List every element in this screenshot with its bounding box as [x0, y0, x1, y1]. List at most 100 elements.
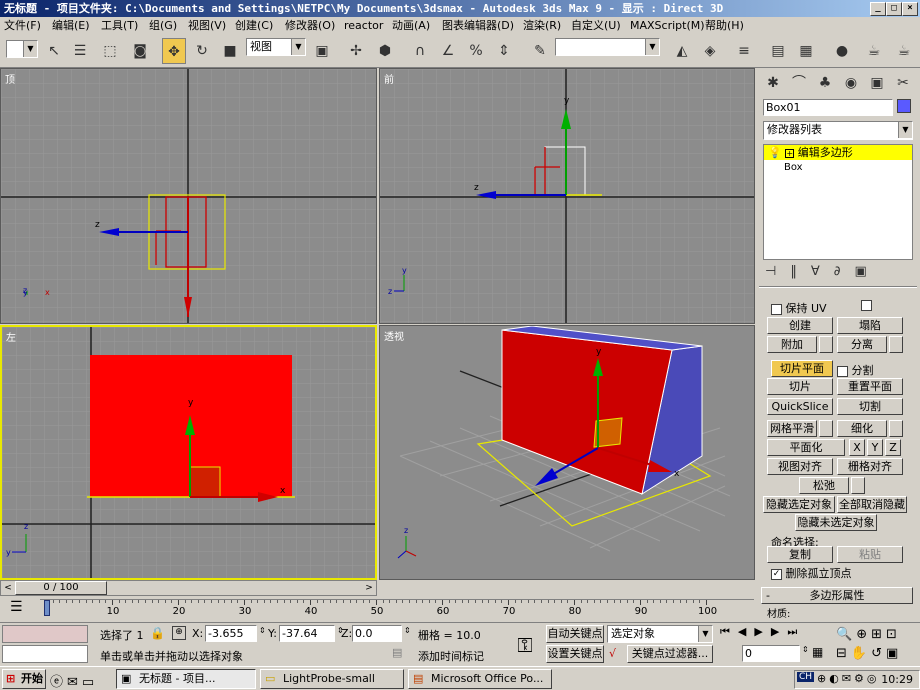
relax-button[interactable]: 松弛: [799, 477, 849, 494]
meshsmooth-button[interactable]: 网格平滑: [767, 420, 817, 437]
x-spinner-icon[interactable]: ⇕: [259, 626, 266, 635]
create-button[interactable]: 创建: [767, 317, 833, 334]
viewport-left[interactable]: y x z y 左: [0, 325, 377, 580]
track-bar-icon[interactable]: ☰: [10, 599, 23, 615]
material-editor-icon[interactable]: ●: [830, 38, 854, 64]
zoom-extents-all-icon[interactable]: ⊡: [886, 627, 901, 642]
quick-render-icon[interactable]: ☕: [892, 38, 916, 64]
remove-modifier-icon[interactable]: ∂: [834, 264, 855, 279]
go-to-start-icon[interactable]: ⏮: [720, 625, 738, 638]
window-crossing-icon[interactable]: ◙: [128, 38, 152, 64]
pin-stack-icon[interactable]: ⊣: [765, 264, 790, 279]
stack-item-box[interactable]: Box: [764, 160, 912, 175]
go-to-end-icon[interactable]: ⏭: [787, 625, 805, 638]
maxscript-listener-mini[interactable]: [2, 625, 88, 643]
viewport-front[interactable]: y z y z 前: [379, 68, 755, 324]
reset-plane-button[interactable]: 重置平面: [837, 378, 903, 395]
collapse-button[interactable]: 塌陷: [837, 317, 903, 334]
polygon-properties-rollout[interactable]: - 多边形属性: [761, 587, 913, 604]
zoom-all-icon[interactable]: ⊕: [856, 627, 871, 642]
grid-align-button[interactable]: 栅格对齐: [837, 458, 903, 475]
time-config-icon[interactable]: ▦: [812, 645, 823, 659]
menu-tools[interactable]: 工具(T): [101, 17, 138, 34]
menu-group[interactable]: 组(G): [149, 17, 177, 34]
absolute-mode-icon[interactable]: ⊕: [172, 626, 186, 640]
menu-edit[interactable]: 编辑(E): [52, 17, 90, 34]
rotate-icon[interactable]: ↻: [190, 38, 214, 64]
slice-plane-button[interactable]: 切片平面: [771, 360, 833, 377]
x-coordinate-field[interactable]: -3.655: [205, 625, 257, 642]
play-icon[interactable]: ▶: [754, 625, 770, 638]
planar-z-button[interactable]: Z: [885, 439, 901, 456]
modify-tab-icon[interactable]: ⌒: [787, 70, 811, 96]
viewport-top[interactable]: z y z x 顶: [0, 68, 377, 324]
desktop-icon[interactable]: ▭: [82, 675, 98, 690]
make-planar-button[interactable]: 平面化: [767, 439, 845, 456]
region-zoom-icon[interactable]: ⊟: [836, 646, 851, 661]
detach-settings-button[interactable]: [889, 336, 903, 353]
meshsmooth-settings-button[interactable]: [819, 420, 833, 437]
keyboard-shortcut-icon[interactable]: ⬢: [373, 38, 397, 64]
named-selection-set-combo[interactable]: ▼: [555, 38, 660, 56]
selection-filter-combo[interactable]: ▼: [6, 40, 38, 58]
layer-manager-icon[interactable]: ≡: [732, 38, 756, 64]
object-name-field[interactable]: Box01: [763, 99, 893, 116]
preserve-uv-settings-icon[interactable]: [861, 300, 872, 311]
y-coordinate-field[interactable]: -37.64: [279, 625, 335, 642]
menu-reactor[interactable]: reactor: [344, 17, 383, 34]
show-end-result-icon[interactable]: ‖: [790, 264, 811, 279]
schematic-view-icon[interactable]: ▦: [794, 38, 818, 64]
curve-editor-icon[interactable]: ▤: [766, 38, 790, 64]
delete-isolated-checkbox[interactable]: ✓: [771, 568, 782, 580]
edit-named-selection-icon[interactable]: ✎: [528, 38, 552, 64]
set-key-button[interactable]: 设置关键点: [546, 645, 604, 663]
zoom-extents-icon[interactable]: ⊞: [871, 627, 886, 642]
object-color-swatch[interactable]: [897, 99, 911, 113]
task-lightprobe[interactable]: ▭ LightProbe-small: [260, 669, 404, 689]
rectangle-selection-icon[interactable]: ⬚: [98, 38, 122, 64]
orbit-icon[interactable]: ↺: [871, 646, 886, 661]
detach-button[interactable]: 分离: [837, 336, 887, 353]
start-button[interactable]: ⊞ 开始: [2, 669, 46, 689]
track-bar[interactable]: 0102030405060708090100: [40, 599, 754, 619]
time-slider[interactable]: < 0 / 100 >: [0, 580, 377, 596]
menu-views[interactable]: 视图(V): [188, 17, 226, 34]
menu-create[interactable]: 创建(C): [235, 17, 273, 34]
preserve-uv-checkbox[interactable]: [771, 303, 782, 315]
key-target-combo[interactable]: 选定对象 ▼: [607, 625, 713, 643]
frame-counter[interactable]: 0 / 100: [15, 581, 107, 595]
viewport-left-label[interactable]: 左: [6, 329, 16, 344]
hierarchy-tab-icon[interactable]: ♣: [813, 70, 837, 96]
antivirus-icon[interactable]: ◎: [867, 672, 880, 685]
time-cursor[interactable]: [44, 600, 50, 616]
security-icon[interactable]: ✉: [842, 672, 854, 685]
auto-key-button[interactable]: 自动关键点: [546, 625, 604, 643]
network-icon[interactable]: ⊕: [817, 672, 829, 685]
menu-modifiers[interactable]: 修改器(O): [285, 17, 335, 34]
time-tag-icon[interactable]: ▤: [392, 646, 410, 664]
menu-rendering[interactable]: 渲染(R): [523, 17, 561, 34]
quickslice-button[interactable]: QuickSlice: [767, 398, 833, 415]
prev-frame-icon[interactable]: <: [2, 582, 14, 594]
next-key-icon[interactable]: ▶: [771, 625, 787, 638]
render-scene-icon[interactable]: ☕: [862, 38, 886, 64]
snap-toggle-icon[interactable]: ∩: [408, 38, 432, 64]
lightbulb-icon[interactable]: 💡: [768, 146, 782, 159]
attach-button[interactable]: 附加: [767, 336, 817, 353]
ime-indicator[interactable]: CH: [797, 672, 815, 682]
create-tab-icon[interactable]: ✱: [761, 70, 785, 96]
viewport-front-label[interactable]: 前: [384, 71, 394, 86]
menu-graph-editors[interactable]: 图表编辑器(D): [442, 17, 514, 34]
key-filters-icon[interactable]: √: [609, 647, 616, 660]
menu-help[interactable]: 帮助(H): [705, 17, 744, 34]
align-icon[interactable]: ◈: [698, 38, 722, 64]
reference-coordinate-combo[interactable]: 视图 ▼: [246, 38, 306, 56]
tessellate-button[interactable]: 细化: [837, 420, 887, 437]
stack-item-edit-poly[interactable]: 💡 + 编辑多边形: [764, 145, 912, 160]
viewport-top-label[interactable]: 顶: [5, 71, 15, 86]
z-coordinate-field[interactable]: 0.0: [352, 625, 402, 642]
modifier-list-combo[interactable]: 修改器列表 ▼: [763, 121, 913, 140]
lock-icon[interactable]: 🔒: [150, 626, 165, 640]
hide-selected-button[interactable]: 隐藏选定对象: [763, 496, 835, 513]
delete-isolated-option[interactable]: ✓ 删除孤立顶点: [771, 565, 852, 581]
